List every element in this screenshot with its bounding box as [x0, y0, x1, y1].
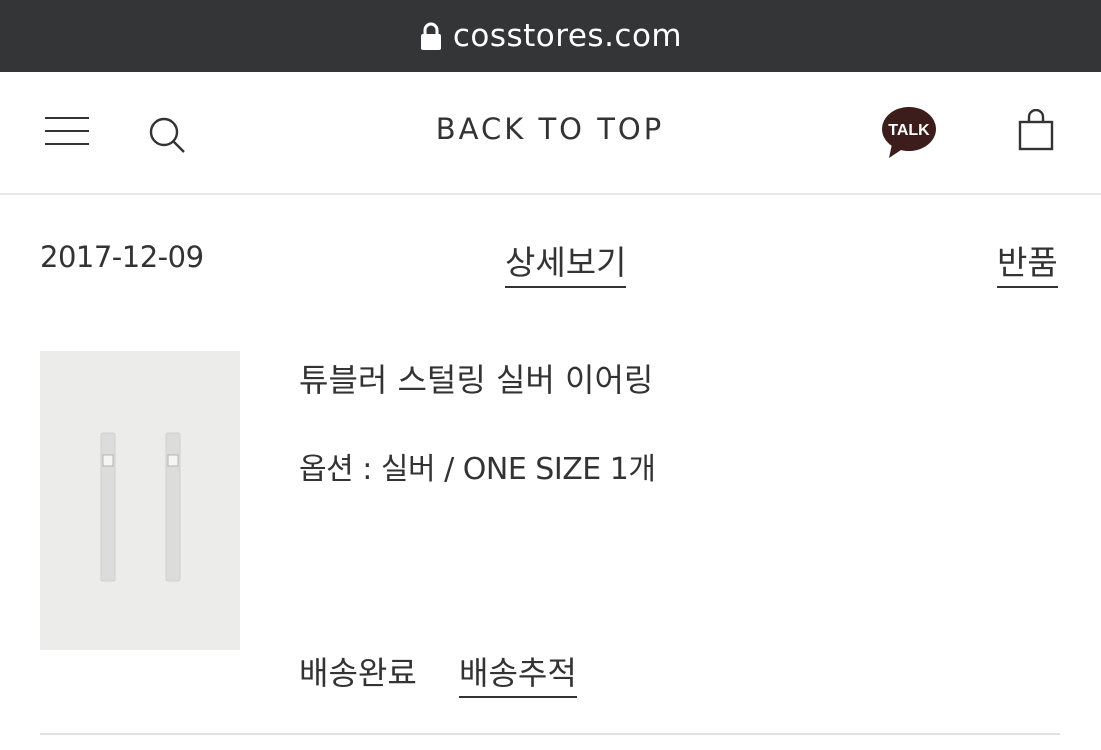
talk-badge-text: TALK: [888, 122, 930, 139]
return-link[interactable]: 반품: [997, 236, 1058, 288]
product-name[interactable]: 튜블러 스털링 실버 이어링: [299, 355, 653, 401]
earring-illustration: [40, 351, 240, 650]
site-header: BACK TO TOP TALK: [0, 72, 1101, 195]
view-detail-link[interactable]: 상세보기: [505, 236, 627, 288]
kakao-talk-icon[interactable]: TALK: [880, 106, 938, 160]
lock-icon: [420, 22, 441, 50]
order-date: 2017-12-09: [40, 240, 204, 274]
track-delivery-link[interactable]: 배송추적: [459, 648, 577, 698]
product-option: 옵션 : 실버 / ONE SIZE 1개: [299, 452, 656, 487]
shopping-bag-icon[interactable]: [1017, 109, 1055, 151]
back-to-top-link[interactable]: BACK TO TOP: [395, 112, 705, 146]
search-icon[interactable]: [147, 115, 187, 155]
divider: [40, 733, 1060, 735]
url-text: cosstores.com: [452, 18, 683, 54]
product-image[interactable]: [40, 351, 240, 650]
delivery-status: 배송완료: [299, 654, 417, 692]
browser-url-bar[interactable]: cosstores.com: [0, 0, 1101, 72]
hamburger-icon[interactable]: [45, 115, 89, 147]
